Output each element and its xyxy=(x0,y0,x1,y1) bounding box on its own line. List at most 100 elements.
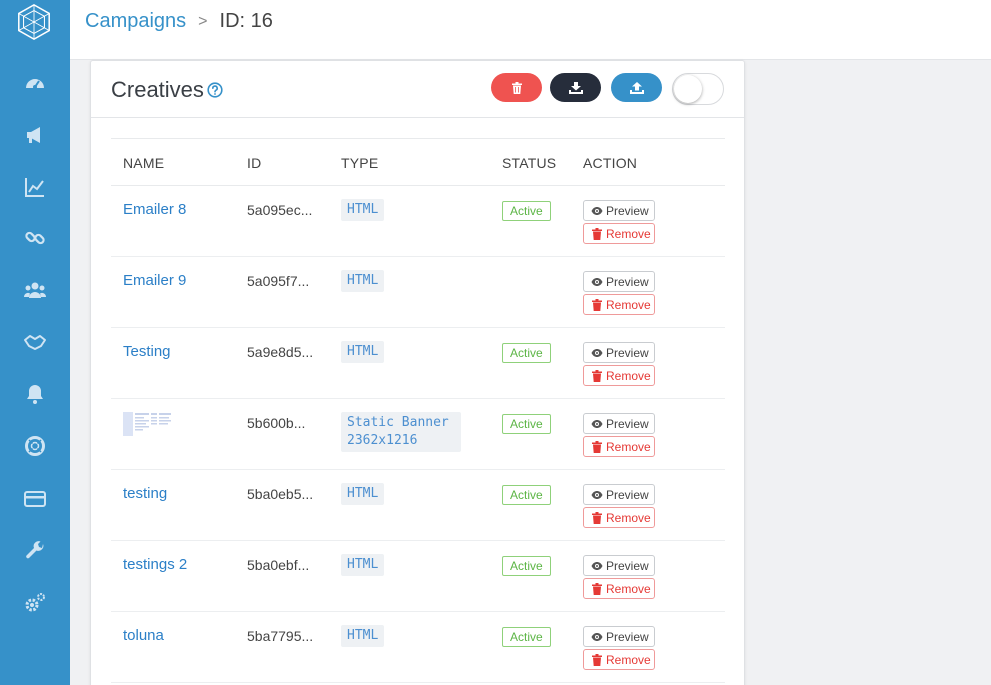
preview-button[interactable]: Preview xyxy=(583,555,655,576)
delete-button[interactable] xyxy=(491,73,542,102)
download-button[interactable] xyxy=(550,73,601,102)
column-header-type: TYPE xyxy=(341,155,379,171)
trash-icon xyxy=(592,440,602,453)
nav-links[interactable] xyxy=(0,218,70,258)
toggle-switch[interactable] xyxy=(672,73,724,105)
status-cell: Active xyxy=(502,414,551,434)
trash-icon xyxy=(592,227,602,240)
table-row: Emailer 8 5a095ec... HTML Active Preview Remo… xyxy=(111,186,725,257)
remove-label: Remove xyxy=(606,581,651,596)
status-cell: Active xyxy=(502,556,551,576)
table-body: Emailer 8 5a095ec... HTML Active Preview Remo… xyxy=(111,186,725,683)
wrench-icon xyxy=(26,541,44,559)
trash-icon xyxy=(592,653,602,666)
help-icon[interactable] xyxy=(207,82,223,98)
eye-icon xyxy=(591,561,603,570)
status-badge: Active xyxy=(502,556,551,576)
life-ring-icon xyxy=(25,436,45,456)
preview-button[interactable]: Preview xyxy=(583,200,655,221)
status-badge: Active xyxy=(502,201,551,221)
nav-users[interactable] xyxy=(0,270,70,310)
preview-label: Preview xyxy=(606,416,649,431)
nav-notifications[interactable] xyxy=(0,374,70,414)
upload-button[interactable] xyxy=(611,73,662,102)
creative-name-link[interactable]: Emailer 9 xyxy=(123,272,186,289)
logo-icon[interactable] xyxy=(15,3,53,41)
trash-icon xyxy=(511,81,522,94)
action-cell: Preview Remove xyxy=(583,555,655,599)
type-cell: HTML xyxy=(341,554,385,576)
remove-label: Remove xyxy=(606,439,651,454)
eye-icon xyxy=(591,348,603,357)
remove-button[interactable]: Remove xyxy=(583,436,655,457)
action-cell: Preview Remove xyxy=(583,342,655,386)
remove-button[interactable]: Remove xyxy=(583,507,655,528)
topbar: Campaigns > ID: 16 xyxy=(70,0,991,60)
status-badge: Active xyxy=(502,414,551,434)
creative-id: 5ba7795... xyxy=(247,628,314,644)
table-row: toluna 5ba7795... HTML Active Preview Remove xyxy=(111,612,725,683)
preview-button[interactable]: Preview xyxy=(583,413,655,434)
preview-label: Preview xyxy=(606,345,649,360)
preview-button[interactable]: Preview xyxy=(583,484,655,505)
action-cell: Preview Remove xyxy=(583,200,655,244)
nav-partners[interactable] xyxy=(0,322,70,362)
preview-button[interactable]: Preview xyxy=(583,626,655,647)
creative-id: 5a9e8d5... xyxy=(247,344,314,360)
remove-label: Remove xyxy=(606,297,651,312)
megaphone-icon xyxy=(27,127,40,143)
creatives-table: NAME ID TYPE STATUS ACTION Emailer 8 5a09… xyxy=(111,138,725,683)
status-badge: Active xyxy=(502,343,551,363)
nav-tools[interactable] xyxy=(0,531,70,571)
creative-id: 5ba0ebf... xyxy=(247,557,310,573)
creative-name-link[interactable]: Emailer 8 xyxy=(123,201,186,218)
trash-icon xyxy=(592,369,602,382)
type-cell: HTML xyxy=(341,270,385,292)
status-cell: Active xyxy=(502,485,551,505)
action-cell: Preview Remove xyxy=(583,484,655,528)
status-badge: Active xyxy=(502,627,551,647)
breadcrumb-separator: > xyxy=(198,12,208,30)
creative-name-link[interactable]: testings 2 xyxy=(123,556,187,573)
creative-name-link[interactable]: Testing xyxy=(123,343,171,360)
breadcrumb-campaigns-link[interactable]: Campaigns xyxy=(85,10,186,33)
nav-reports[interactable] xyxy=(0,167,70,207)
download-icon xyxy=(568,81,583,94)
eye-icon xyxy=(591,632,603,641)
preview-button[interactable]: Preview xyxy=(583,271,655,292)
type-badge: HTML xyxy=(341,554,385,576)
eye-icon xyxy=(591,277,603,286)
creative-name-link[interactable]: testing xyxy=(123,485,167,502)
banner-thumbnail[interactable] xyxy=(123,411,173,437)
remove-button[interactable]: Remove xyxy=(583,649,655,670)
creative-id: 5a095f7... xyxy=(247,273,310,289)
column-header-name: NAME xyxy=(123,155,165,171)
remove-label: Remove xyxy=(606,652,651,667)
type-badge: HTML xyxy=(341,625,385,647)
preview-button[interactable]: Preview xyxy=(583,342,655,363)
type-badge: HTML xyxy=(341,199,385,221)
trash-icon xyxy=(592,511,602,524)
preview-label: Preview xyxy=(606,629,649,644)
dashboard-icon xyxy=(26,79,44,89)
breadcrumb: Campaigns > ID: 16 xyxy=(85,10,273,33)
table-row: Testing 5a9e8d5... HTML Active Preview Remove xyxy=(111,328,725,399)
toggle-knob xyxy=(674,75,702,103)
sidebar xyxy=(0,0,70,685)
remove-button[interactable]: Remove xyxy=(583,223,655,244)
nav-settings[interactable] xyxy=(0,583,70,623)
nav-support[interactable] xyxy=(0,426,70,466)
action-cell: Preview Remove xyxy=(583,413,655,457)
remove-button[interactable]: Remove xyxy=(583,365,655,386)
preview-label: Preview xyxy=(606,274,649,289)
remove-button[interactable]: Remove xyxy=(583,294,655,315)
status-badge: Active xyxy=(502,485,551,505)
creative-name-link[interactable]: toluna xyxy=(123,627,164,644)
type-cell: HTML xyxy=(341,625,385,647)
column-header-id: ID xyxy=(247,155,262,171)
remove-button[interactable]: Remove xyxy=(583,578,655,599)
nav-dashboard[interactable] xyxy=(0,63,70,103)
chart-line-icon xyxy=(25,178,44,197)
nav-campaigns[interactable] xyxy=(0,115,70,155)
nav-billing[interactable] xyxy=(0,479,70,519)
